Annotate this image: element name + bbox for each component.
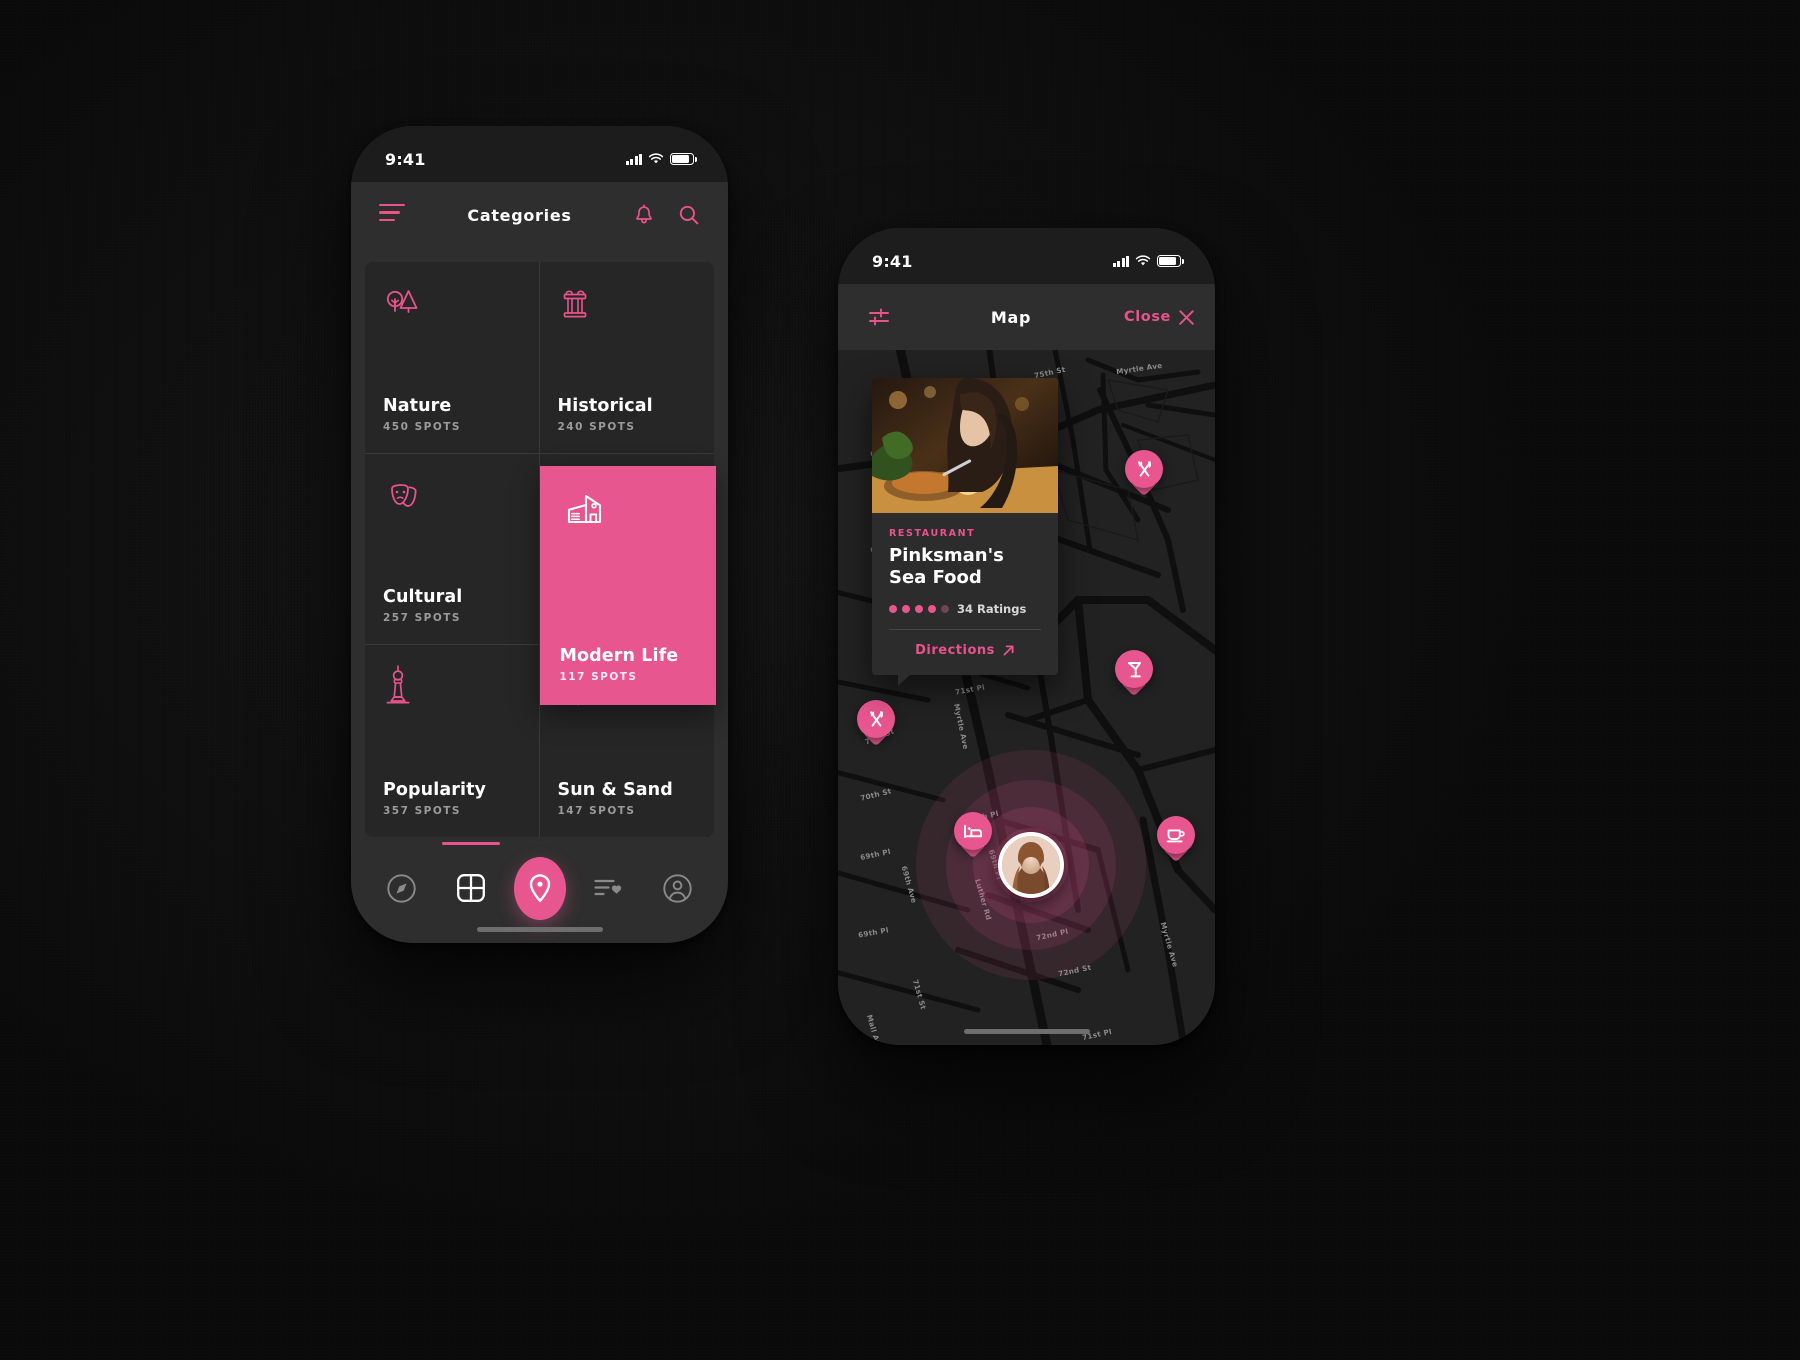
- place-details: RESTAURANT Pinksman's Sea Food 34 Rating…: [872, 513, 1058, 675]
- rating-dots: [889, 604, 949, 613]
- map-pin-restaurant[interactable]: [1125, 450, 1163, 498]
- category-count: 257 SPOTS: [383, 612, 461, 625]
- user-location-avatar[interactable]: [998, 832, 1064, 898]
- map-pin-hotel[interactable]: [954, 812, 992, 860]
- status-bar: 9:41: [838, 228, 1215, 284]
- hamburger-menu-icon[interactable]: [351, 203, 411, 227]
- map-navigation-bar: Map Close: [838, 284, 1215, 350]
- battery-icon: [670, 153, 697, 165]
- category-count: 117 SPOTS: [559, 670, 638, 683]
- tab-profile[interactable]: [652, 862, 704, 914]
- map-canvas[interactable]: 75th St Myrtle Ave Cooper Ave Cooper Ave…: [838, 350, 1215, 1045]
- status-time: 9:41: [385, 149, 426, 169]
- place-photo: [872, 378, 1058, 513]
- directions-label: Directions: [915, 642, 995, 658]
- page-title: Categories: [467, 205, 572, 225]
- map-pin-restaurant[interactable]: [857, 700, 895, 748]
- category-count: 450 SPOTS: [383, 420, 461, 433]
- location-pin-icon: [529, 874, 550, 902]
- trees-nature-icon: [383, 282, 521, 328]
- category-card-popularity[interactable]: Popularity 357 SPOTS: [365, 645, 540, 837]
- ratings-count: 34 Ratings: [957, 601, 1027, 616]
- map-pin-cafe[interactable]: [1157, 816, 1195, 864]
- map-pin-bar[interactable]: [1115, 650, 1153, 698]
- tab-map-primary[interactable]: [513, 856, 566, 920]
- place-info-card[interactable]: RESTAURANT Pinksman's Sea Food 34 Rating…: [872, 378, 1058, 686]
- arrow-up-right-icon: [1003, 645, 1014, 656]
- modern-building-icon: [560, 488, 697, 534]
- filter-sliders-icon[interactable]: [862, 306, 898, 328]
- home-indicator: [963, 1029, 1090, 1034]
- tv-tower-monument-icon: [383, 665, 521, 711]
- list-favorites-icon: [593, 879, 621, 896]
- user-profile-icon: [663, 873, 692, 903]
- directions-button[interactable]: Directions: [889, 630, 1041, 661]
- close-label: Close: [1123, 309, 1171, 325]
- tab-categories[interactable]: [441, 842, 500, 914]
- notification-bell-icon[interactable]: [628, 204, 660, 226]
- hotel-bed-icon: [954, 812, 992, 850]
- status-bar: 9:41: [351, 126, 728, 182]
- close-button[interactable]: Close: [1124, 309, 1195, 326]
- search-icon[interactable]: [672, 204, 706, 226]
- battery-icon: [1157, 255, 1184, 267]
- category-card-historical[interactable]: Historical 240 SPOTS: [539, 262, 714, 454]
- greek-column-icon: [558, 282, 697, 328]
- category-card-nature[interactable]: Nature 450 SPOTS: [365, 262, 540, 454]
- map-screen: 9:41 Map Close 75th St Myrtle Ave 71st P…: [838, 228, 1215, 1045]
- place-title: Pinksman's Sea Food: [889, 545, 1041, 589]
- category-name: Cultural: [383, 587, 463, 608]
- category-count: 357 SPOTS: [383, 805, 461, 817]
- coffee-cup-icon: [1157, 816, 1195, 854]
- tab-explore[interactable]: [376, 862, 428, 914]
- card-pointer: [898, 673, 911, 686]
- page-title: Map: [990, 307, 1032, 327]
- category-count: 240 SPOTS: [557, 420, 636, 433]
- place-category: RESTAURANT: [889, 528, 976, 539]
- restaurant-cutlery-icon: [1125, 450, 1163, 488]
- category-name: Sun & Sand: [557, 779, 673, 800]
- navigation-bar: Categories: [351, 182, 728, 248]
- cellular-signal-icon: [1112, 255, 1129, 267]
- avatar: [1002, 836, 1060, 894]
- restaurant-cutlery-icon: [857, 700, 895, 738]
- theatre-masks-icon: [383, 474, 521, 520]
- map-fab-button[interactable]: [513, 856, 566, 920]
- category-name: Historical: [557, 395, 653, 416]
- cellular-signal-icon: [625, 153, 642, 165]
- close-x-icon: [1179, 309, 1194, 325]
- category-count: 147 SPOTS: [557, 805, 636, 817]
- home-indicator: [476, 927, 603, 932]
- status-time: 9:41: [872, 251, 913, 271]
- category-card-cultural[interactable]: Cultural 257 SPOTS: [365, 453, 540, 646]
- grid-categories-icon: [456, 874, 485, 902]
- place-title-line1: Pinksman's: [889, 545, 1004, 566]
- category-name: Modern Life: [559, 645, 679, 666]
- phone-mockup-map: 9:41 Map Close 75th St Myrtle Ave 71st P…: [838, 228, 1215, 1045]
- wifi-icon: [1135, 255, 1151, 266]
- wifi-icon: [648, 153, 664, 164]
- category-name: Nature: [383, 395, 452, 416]
- place-title-line2: Sea Food: [889, 566, 982, 588]
- rating-row: 34 Ratings: [889, 602, 1041, 616]
- tab-favorites[interactable]: [583, 862, 635, 914]
- category-card-modern-life-featured[interactable]: Modern Life 117 SPOTS: [539, 465, 716, 705]
- categories-screen: 9:41 Categories Nature 450 SPOTS Histori…: [351, 126, 728, 943]
- cocktail-glass-icon: [1115, 650, 1153, 688]
- active-tab-indicator: [441, 842, 500, 845]
- categories-panel: Nature 450 SPOTS Historical 240 SPOTS Cu…: [351, 248, 728, 851]
- categories-grid: Nature 450 SPOTS Historical 240 SPOTS Cu…: [365, 262, 716, 837]
- phone-mockup-categories: 9:41 Categories Nature 450 SPOTS Histori…: [351, 126, 728, 943]
- compass-explore-icon: [387, 873, 416, 903]
- category-name: Popularity: [383, 779, 487, 800]
